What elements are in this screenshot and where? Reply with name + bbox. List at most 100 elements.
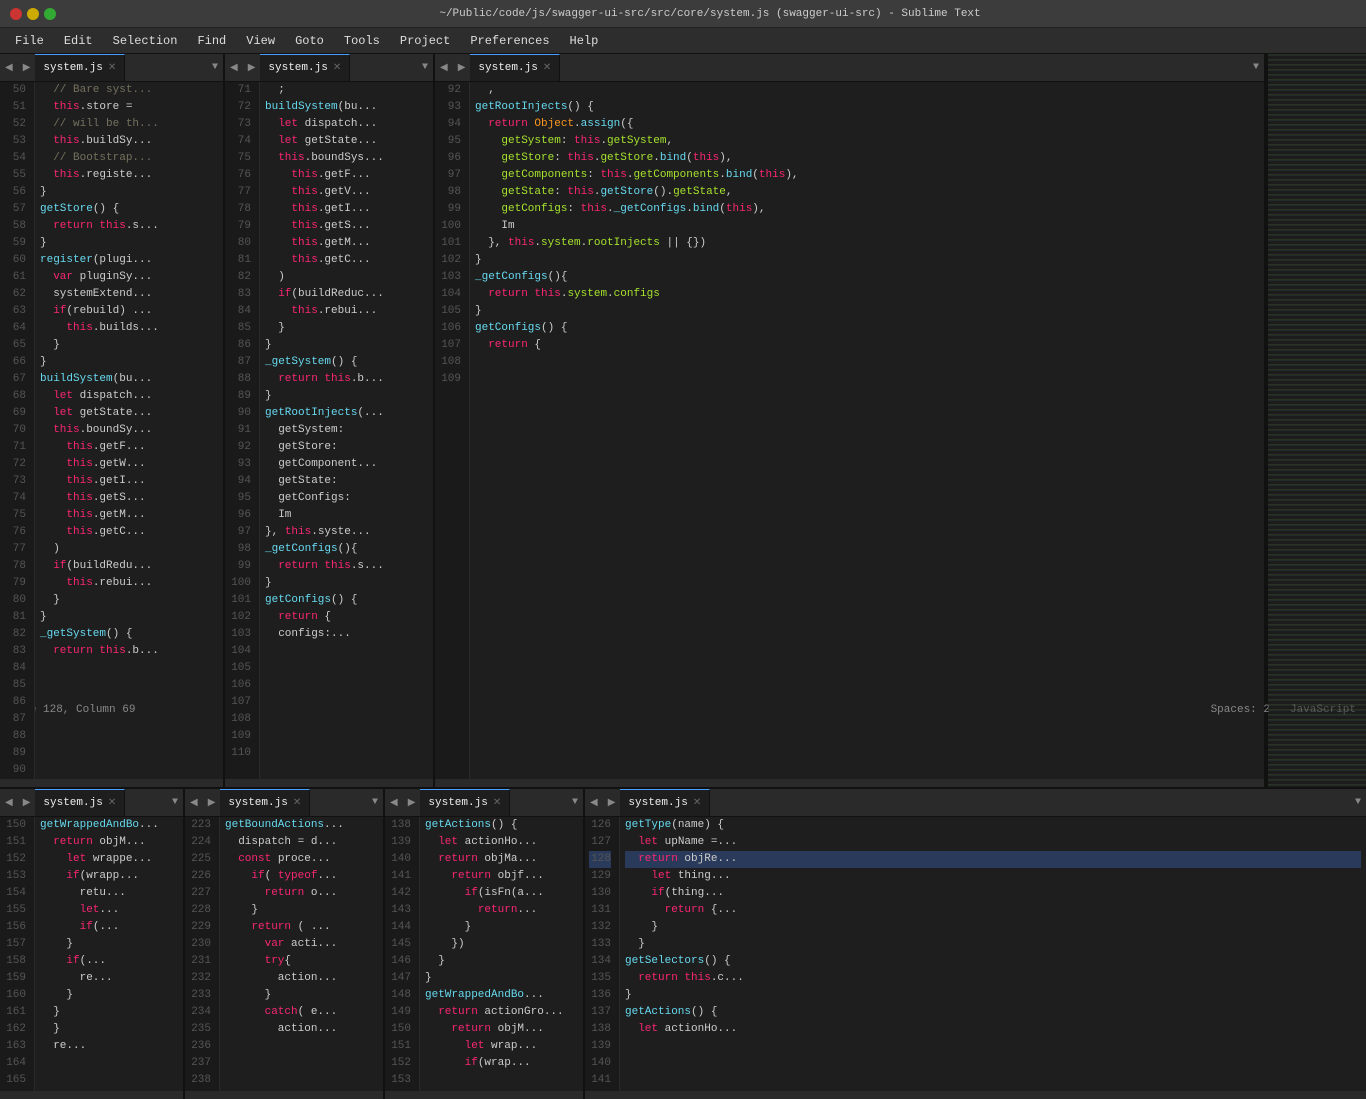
- h-scrollbar-b3[interactable]: [385, 1091, 583, 1099]
- menu-selection[interactable]: Selection: [103, 31, 188, 51]
- tab-system-js-b3[interactable]: system.js ✕: [420, 789, 510, 816]
- tab-system-js-2[interactable]: system.js ✕: [260, 54, 350, 81]
- code-area-b4[interactable]: 126127128129130 131132133134135 13613713…: [585, 817, 1366, 1091]
- tab-close-b2[interactable]: ✕: [293, 797, 301, 809]
- line-numbers-b2: 223224225226227 228229230231232 23323423…: [185, 817, 220, 1091]
- line-numbers-2: 7172737475 7677787980 8182838485 8687888…: [225, 82, 260, 779]
- close-button[interactable]: [10, 8, 22, 20]
- tab-dropdown-b1[interactable]: ▼: [167, 797, 183, 808]
- menu-preferences[interactable]: Preferences: [460, 31, 559, 51]
- tab-close-b3[interactable]: ✕: [493, 797, 501, 809]
- top-row: ◀ ▶ system.js ✕ ▼ 5051525354 5556575859 …: [0, 54, 1366, 789]
- editor-area: ◀ ▶ system.js ✕ ▼ 5051525354 5556575859 …: [0, 54, 1366, 698]
- tab-bar-3: ◀ ▶ system.js ✕ ▼: [435, 54, 1264, 82]
- menu-goto[interactable]: Goto: [285, 31, 334, 51]
- tab-nav-left-b2[interactable]: ◀: [185, 797, 203, 809]
- code-content-b4: getType(name) { let upName =... return o…: [620, 817, 1366, 1091]
- tab-system-js-b1[interactable]: system.js ✕: [35, 789, 125, 816]
- window-title: ~/Public/code/js/swagger-ui-src/src/core…: [64, 8, 1356, 20]
- pane-top-3: ◀ ▶ system.js ✕ ▼ 9293949596 97989910010…: [435, 54, 1266, 787]
- tab-nav-left-b1[interactable]: ◀: [0, 797, 18, 809]
- tab-nav-left-b4[interactable]: ◀: [585, 797, 603, 809]
- tab-system-js-b2[interactable]: system.js ✕: [220, 789, 310, 816]
- tab-label-1: system.js: [43, 62, 102, 74]
- tab-close-2[interactable]: ✕: [333, 62, 341, 74]
- menu-edit[interactable]: Edit: [54, 31, 103, 51]
- tab-close-b4[interactable]: ✕: [693, 797, 701, 809]
- line-numbers-b3: 138139140141142 143144145146147 14814915…: [385, 817, 420, 1091]
- tab-bar-b4: ◀ ▶ system.js ✕ ▼: [585, 789, 1366, 817]
- line-numbers-b1: 150151152153154 155156157158159 16016116…: [0, 817, 35, 1091]
- tab-system-js-1[interactable]: system.js ✕: [35, 54, 125, 81]
- tab-dropdown-3[interactable]: ▼: [1248, 62, 1264, 73]
- tab-nav-right-b1[interactable]: ▶: [18, 797, 36, 809]
- tab-dropdown-1[interactable]: ▼: [207, 62, 223, 73]
- minimap-content: [1268, 54, 1366, 787]
- pane-top-2: ◀ ▶ system.js ✕ ▼ 7172737475 7677787980 …: [225, 54, 435, 787]
- code-content-b2: getBoundActions... dispatch = d... const…: [220, 817, 383, 1091]
- line-numbers-1: 5051525354 5556575859 6061626364 6566676…: [0, 82, 35, 779]
- tab-label-3: system.js: [478, 62, 537, 74]
- bottom-row: ◀ ▶ system.js ✕ ▼ 150151152153154 155156…: [0, 789, 1366, 1099]
- h-scrollbar-3[interactable]: [435, 779, 1264, 787]
- tab-system-js-3[interactable]: system.js ✕: [470, 54, 560, 81]
- titlebar: ~/Public/code/js/swagger-ui-src/src/core…: [0, 0, 1366, 28]
- code-content-3: , getRootInjects() { return Object.assig…: [470, 82, 1264, 779]
- tab-close-1[interactable]: ✕: [108, 62, 116, 74]
- h-scrollbar-b4[interactable]: [585, 1091, 1366, 1099]
- tab-label-2: system.js: [268, 62, 327, 74]
- tab-nav-left-1[interactable]: ◀: [0, 62, 18, 74]
- tab-bar-1: ◀ ▶ system.js ✕ ▼: [0, 54, 223, 82]
- tab-dropdown-b3[interactable]: ▼: [567, 797, 583, 808]
- tab-label-b3: system.js: [428, 797, 487, 809]
- pane-bottom-4: ◀ ▶ system.js ✕ ▼ 126127128129130 131132…: [585, 789, 1366, 1099]
- code-area-2[interactable]: 7172737475 7677787980 8182838485 8687888…: [225, 82, 433, 779]
- h-scrollbar-1[interactable]: [0, 779, 223, 787]
- minimize-button[interactable]: [27, 8, 39, 20]
- tab-label-b2: system.js: [228, 797, 287, 809]
- code-area-b3[interactable]: 138139140141142 143144145146147 14814915…: [385, 817, 583, 1091]
- tab-nav-left-3[interactable]: ◀: [435, 62, 453, 74]
- menu-project[interactable]: Project: [390, 31, 460, 51]
- code-content-b1: getWrappedAndBo... return objM... let wr…: [35, 817, 183, 1091]
- maximize-button[interactable]: [44, 8, 56, 20]
- tab-dropdown-b4[interactable]: ▼: [1350, 797, 1366, 808]
- tab-bar-b3: ◀ ▶ system.js ✕ ▼: [385, 789, 583, 817]
- tab-dropdown-2[interactable]: ▼: [417, 62, 433, 73]
- tab-nav-right-b3[interactable]: ▶: [403, 797, 421, 809]
- code-content-2: ; buildSystem(bu... let dispatch... let …: [260, 82, 433, 779]
- menu-find[interactable]: Find: [187, 31, 236, 51]
- tab-nav-right-b2[interactable]: ▶: [203, 797, 221, 809]
- tab-label-b4: system.js: [628, 797, 687, 809]
- code-area-1[interactable]: 5051525354 5556575859 6061626364 6566676…: [0, 82, 223, 779]
- tab-nav-left-2[interactable]: ◀: [225, 62, 243, 74]
- menu-tools[interactable]: Tools: [334, 31, 390, 51]
- menu-view[interactable]: View: [236, 31, 285, 51]
- window-buttons: [10, 8, 56, 20]
- tab-nav-right-b4[interactable]: ▶: [603, 797, 621, 809]
- menu-help[interactable]: Help: [560, 31, 609, 51]
- code-area-b2[interactable]: 223224225226227 228229230231232 23323423…: [185, 817, 383, 1091]
- line-numbers-3: 9293949596 979899100101 102103104105106 …: [435, 82, 470, 779]
- menu-file[interactable]: File: [5, 31, 54, 51]
- tab-dropdown-b2[interactable]: ▼: [367, 797, 383, 808]
- tab-nav-right-1[interactable]: ▶: [18, 62, 36, 74]
- code-area-3[interactable]: 9293949596 979899100101 102103104105106 …: [435, 82, 1264, 779]
- tab-label-b1: system.js: [43, 797, 102, 809]
- menubar: File Edit Selection Find View Goto Tools…: [0, 28, 1366, 54]
- tab-nav-right-2[interactable]: ▶: [243, 62, 261, 74]
- tab-nav-left-b3[interactable]: ◀: [385, 797, 403, 809]
- pane-bottom-2: ◀ ▶ system.js ✕ ▼ 223224225226227 228229…: [185, 789, 385, 1099]
- h-scrollbar-2[interactable]: [225, 779, 433, 787]
- code-content-b3: getActions() { let actionHo... return ob…: [420, 817, 583, 1091]
- pane-bottom-3: ◀ ▶ system.js ✕ ▼ 138139140141142 143144…: [385, 789, 585, 1099]
- code-area-b1[interactable]: 150151152153154 155156157158159 16016116…: [0, 817, 183, 1091]
- tab-bar-2: ◀ ▶ system.js ✕ ▼: [225, 54, 433, 82]
- tab-nav-right-3[interactable]: ▶: [453, 62, 471, 74]
- h-scrollbar-b1[interactable]: [0, 1091, 183, 1099]
- h-scrollbar-b2[interactable]: [185, 1091, 383, 1099]
- tab-close-3[interactable]: ✕: [543, 62, 551, 74]
- tab-system-js-b4[interactable]: system.js ✕: [620, 789, 710, 816]
- tab-close-b1[interactable]: ✕: [108, 797, 116, 809]
- code-content-1: // Bare syst... this.store = // will be …: [35, 82, 223, 779]
